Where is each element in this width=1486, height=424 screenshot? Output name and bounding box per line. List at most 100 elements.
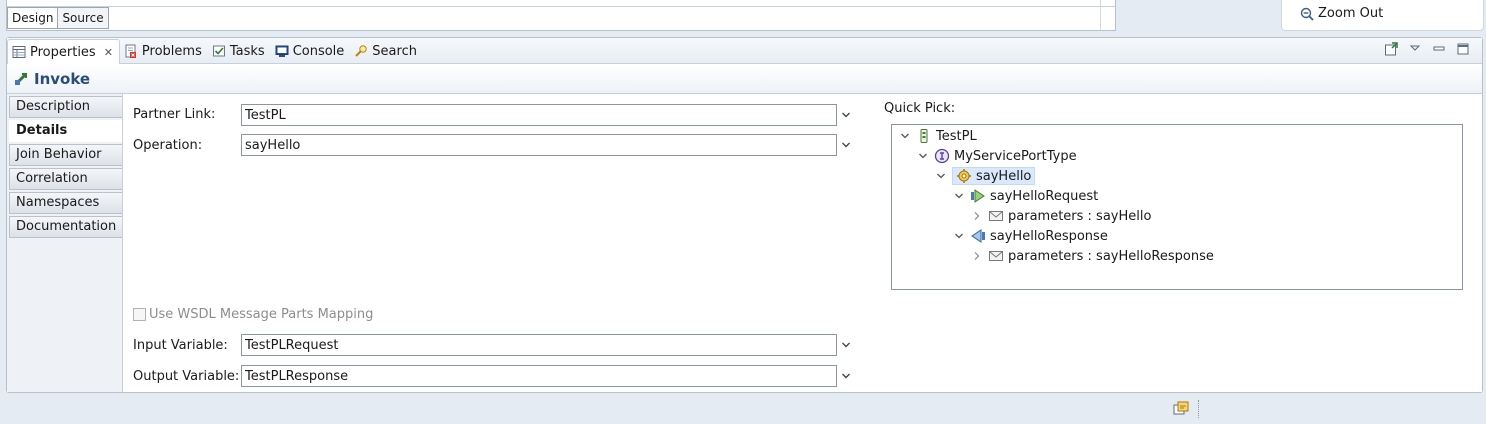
tab-problems-label: Problems	[141, 43, 202, 59]
chevron-down-icon[interactable]	[898, 129, 912, 143]
pin-editor-icon[interactable]	[1384, 42, 1398, 56]
input-variable-dropdown[interactable]	[837, 334, 855, 356]
tab-tasks-label: Tasks	[229, 43, 265, 59]
wsdl-mapping-label: Use WSDL Message Parts Mapping	[149, 307, 374, 322]
editor-area: Design Source	[6, 0, 1116, 31]
tree-item-label: parameters : sayHello	[1008, 208, 1152, 224]
input-variable-input[interactable]	[242, 335, 836, 355]
zoom-out-label: Zoom Out	[1318, 6, 1384, 21]
tree-item-testpl[interactable]: TestPL	[898, 126, 977, 146]
chevron-down-icon	[842, 342, 850, 348]
search-icon	[355, 45, 367, 57]
palette-panel: Zoom Out	[1281, 0, 1484, 31]
chevron-down-icon[interactable]	[952, 229, 966, 243]
chevron-right-icon[interactable]	[970, 249, 984, 263]
problems-icon	[125, 44, 136, 58]
operation-icon	[956, 168, 972, 184]
tab-search-label: Search	[372, 43, 417, 59]
view-tab-bar: Properties ✕ Problems Tasks Console Sear…	[7, 38, 1482, 64]
message-part-icon	[988, 248, 1004, 264]
output-variable-dropdown[interactable]	[837, 365, 855, 387]
zoom-out-icon	[1300, 7, 1314, 21]
side-tab-documentation[interactable]: Documentation	[9, 216, 122, 238]
input-variable-combo[interactable]	[241, 334, 837, 356]
zoom-out-button[interactable]: Zoom Out	[1300, 6, 1383, 21]
partner-link-label: Partner Link:	[133, 107, 216, 122]
view-toolbar	[1384, 42, 1470, 56]
tab-problems[interactable]: Problems	[120, 39, 208, 63]
chevron-down-icon[interactable]	[934, 169, 948, 183]
tab-source[interactable]: Source	[57, 7, 109, 29]
minimize-icon[interactable]	[1432, 42, 1446, 56]
input-variable-label: Input Variable:	[133, 338, 228, 353]
side-tab-details[interactable]: Details	[9, 120, 122, 142]
maximize-icon[interactable]	[1456, 42, 1470, 56]
tree-item-label: TestPL	[936, 128, 977, 144]
tab-search[interactable]: Search	[350, 39, 423, 63]
chevron-right-icon[interactable]	[970, 209, 984, 223]
tab-properties-label: Properties	[30, 44, 96, 60]
side-tab-description[interactable]: Description	[9, 96, 122, 118]
tree-item-request[interactable]: sayHelloRequest	[952, 186, 1098, 206]
status-icon[interactable]	[1173, 401, 1189, 417]
input-message-icon	[970, 188, 986, 204]
chevron-down-icon[interactable]	[952, 189, 966, 203]
properties-icon	[12, 46, 26, 58]
page-title: Invoke	[34, 69, 91, 88]
side-tab-namespaces[interactable]: Namespaces	[9, 192, 122, 214]
details-panel: Partner Link: Operation: Quick Pick: Tes…	[123, 94, 1482, 392]
editor-tabs: Design Source	[7, 7, 109, 29]
chevron-down-icon	[842, 112, 850, 118]
tree-item-operation[interactable]: sayHello	[934, 166, 1036, 186]
tree-item-label: MyServicePortType	[954, 148, 1077, 164]
invoke-icon	[14, 72, 28, 85]
tasks-icon	[212, 45, 225, 57]
view-menu-icon[interactable]	[1408, 42, 1422, 56]
tree-item-response[interactable]: sayHelloResponse	[952, 226, 1108, 246]
partner-link-icon	[916, 128, 932, 144]
output-variable-label: Output Variable:	[133, 369, 240, 384]
operation-dropdown[interactable]	[837, 134, 855, 156]
output-variable-combo[interactable]	[241, 365, 837, 387]
tab-design[interactable]: Design	[7, 7, 59, 29]
operation-input[interactable]	[242, 135, 836, 155]
close-icon[interactable]: ✕	[104, 46, 113, 59]
checkbox[interactable]	[133, 308, 146, 321]
side-tab-correlation[interactable]: Correlation	[9, 168, 122, 190]
output-message-icon	[970, 228, 986, 244]
status-separator	[1198, 400, 1201, 418]
editor-scroll-divider	[1100, 0, 1101, 30]
tree-item-response-part[interactable]: parameters : sayHelloResponse	[970, 246, 1214, 266]
tab-console[interactable]: Console	[271, 39, 351, 63]
console-icon	[275, 45, 289, 57]
chevron-down-icon[interactable]	[916, 149, 930, 163]
operation-combo[interactable]	[241, 134, 837, 156]
tab-console-label: Console	[292, 43, 345, 59]
editor-divider	[7, 6, 1115, 7]
interface-icon	[934, 148, 950, 164]
operation-label: Operation:	[133, 138, 203, 153]
side-tab-join-behavior[interactable]: Join Behavior	[9, 144, 122, 166]
tree-item-label: parameters : sayHelloResponse	[1008, 248, 1214, 264]
tree-item-label: sayHelloResponse	[990, 228, 1108, 244]
message-part-icon	[988, 208, 1004, 224]
partner-link-dropdown[interactable]	[837, 104, 855, 126]
partner-link-combo[interactable]	[241, 104, 837, 126]
tab-tasks[interactable]: Tasks	[208, 39, 271, 63]
chevron-down-icon	[842, 373, 850, 379]
partner-link-input[interactable]	[242, 105, 836, 125]
quick-pick-tree[interactable]: TestPL MyServicePortType sayHello sayHel…	[891, 124, 1463, 290]
selected-node[interactable]: sayHello	[952, 167, 1036, 185]
quick-pick-label: Quick Pick:	[884, 101, 956, 116]
wsdl-mapping-checkbox[interactable]: Use WSDL Message Parts Mapping	[133, 307, 373, 322]
tree-item-label: sayHelloRequest	[990, 188, 1099, 204]
tab-properties[interactable]: Properties ✕	[7, 39, 120, 64]
tree-item-label: sayHello	[976, 168, 1032, 184]
chevron-down-icon	[842, 142, 850, 148]
properties-view: Properties ✕ Problems Tasks Console Sear…	[6, 37, 1483, 393]
properties-side-tabs: Description Details Join Behavior Correl…	[7, 94, 123, 392]
tree-item-port-type[interactable]: MyServicePortType	[916, 146, 1077, 166]
tree-item-request-part[interactable]: parameters : sayHello	[970, 206, 1151, 226]
properties-title-bar: Invoke	[7, 64, 1482, 94]
output-variable-input[interactable]	[242, 366, 836, 386]
